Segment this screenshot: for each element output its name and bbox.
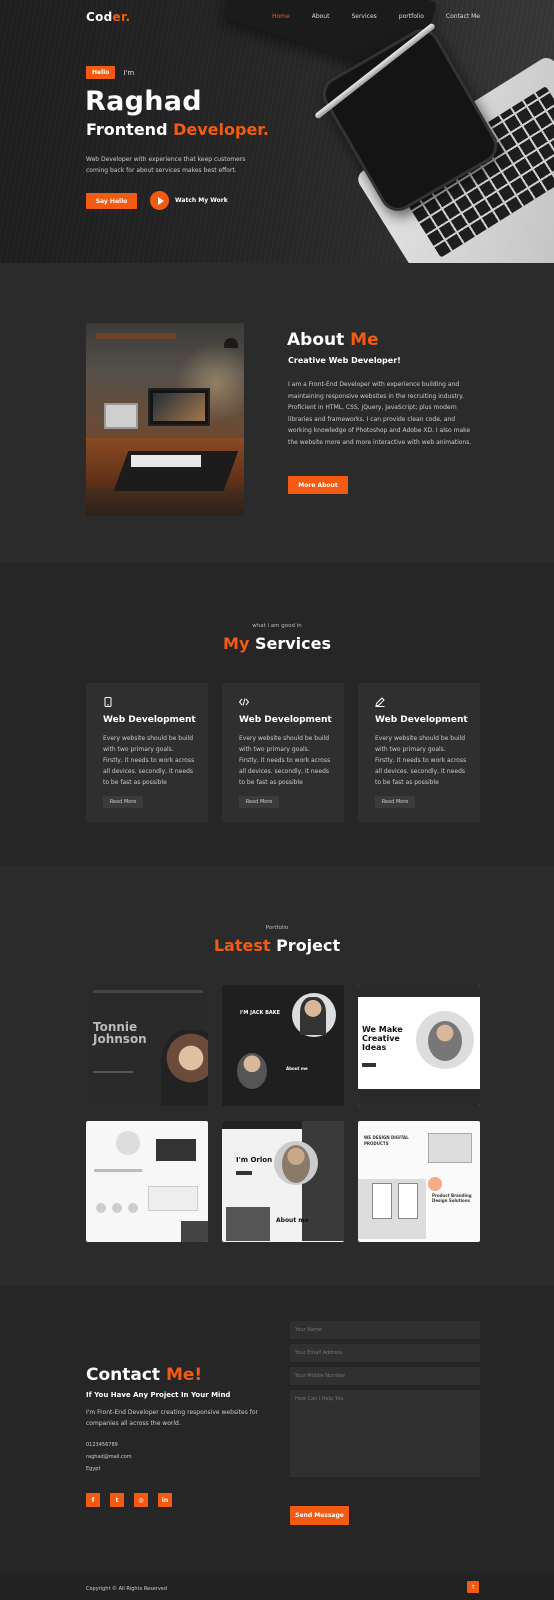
say-hello-button[interactable]: Say Hello: [86, 193, 137, 209]
name-field[interactable]: [290, 1321, 480, 1339]
about-section: About Me Creative Web Developer! I am a …: [0, 263, 554, 563]
send-message-button[interactable]: Send Message: [290, 1506, 349, 1525]
nav-services[interactable]: Services: [351, 13, 376, 20]
mobile-icon: [103, 697, 113, 707]
about-workspace-image: [86, 323, 244, 516]
service-card: Web Development Every website should be …: [358, 683, 480, 822]
about-text: I am a Front-End Developer with experien…: [288, 381, 472, 446]
service-name: Web Development: [375, 715, 468, 725]
project-thumbnail[interactable]: WE DESIGN DIGITAL PRODUCTS Product Brand…: [358, 1121, 480, 1242]
nav-about[interactable]: About: [312, 13, 330, 20]
more-about-button[interactable]: More About: [288, 476, 348, 494]
hero-description: Web Developer with experience that keep …: [86, 156, 246, 174]
hero-role: Frontend Developer.: [86, 120, 269, 139]
portfolio-section: Portfolio Latest Project Tonnie Johnson …: [0, 865, 554, 1285]
nav-portfolio[interactable]: portfolio: [399, 13, 424, 20]
service-card: Web Development Every website should be …: [222, 683, 344, 822]
contact-section: Contact Me! If You Have Any Project In Y…: [0, 1285, 554, 1575]
contact-email: raghad@mail.com: [86, 1454, 132, 1460]
pen-icon: [375, 697, 385, 707]
hero-section: Coder. Home About Services portfolio Con…: [0, 0, 554, 263]
about-title: About Me: [287, 330, 379, 350]
project-thumbnail[interactable]: I'M JACK BAKE About me: [222, 985, 344, 1106]
nav-contact[interactable]: Contact Me: [446, 13, 480, 20]
main-nav: Home About Services portfolio Contact Me: [272, 13, 502, 20]
copyright-text: Copyright © All Rights Reserved: [86, 1586, 168, 1592]
services-pretitle: what i am good in: [252, 623, 302, 629]
code-icon: [239, 697, 249, 707]
contact-phone: 0123456789: [86, 1442, 118, 1448]
project-thumbnail[interactable]: I'm Orlon About me: [222, 1121, 344, 1242]
read-more-button[interactable]: Read More: [375, 796, 415, 808]
site-logo[interactable]: Coder.: [86, 10, 130, 24]
footer: Copyright © All Rights Reserved ↑: [0, 1575, 554, 1600]
about-subtitle: Creative Web Developer!: [288, 356, 401, 365]
service-description: Every website should be build with two p…: [103, 735, 195, 786]
watch-work-link[interactable]: Watch My Work: [150, 191, 228, 210]
read-more-button[interactable]: Read More: [239, 796, 279, 808]
service-name: Web Development: [103, 715, 196, 725]
mobile-field[interactable]: [290, 1367, 480, 1385]
contact-text: I'm Front-End Developer creating respons…: [86, 1409, 259, 1427]
watch-work-label: Watch My Work: [175, 197, 228, 204]
portfolio-title: Latest Project: [213, 936, 341, 955]
scroll-top-button[interactable]: ↑: [467, 1581, 479, 1593]
services-title: My Services: [223, 634, 331, 653]
contact-location: Egypt: [86, 1466, 101, 1472]
instagram-icon[interactable]: ◎: [134, 1493, 148, 1507]
project-thumbnail[interactable]: Tonnie Johnson: [86, 985, 208, 1106]
twitter-icon[interactable]: t: [110, 1493, 124, 1507]
nav-home[interactable]: Home: [272, 13, 290, 20]
contact-subtitle: If You Have Any Project In Your Mind: [86, 1391, 231, 1399]
contact-title: Contact Me!: [86, 1365, 203, 1385]
project-thumbnail[interactable]: We Make Creative Ideas: [358, 985, 480, 1106]
hello-badge: Hello: [86, 66, 116, 79]
message-field[interactable]: [290, 1390, 480, 1477]
portfolio-pretitle: Portfolio: [265, 925, 289, 931]
service-description: Every website should be build with two p…: [239, 735, 331, 786]
hero-name: Raghad: [85, 86, 202, 117]
read-more-button[interactable]: Read More: [103, 796, 143, 808]
linkedin-icon[interactable]: in: [158, 1493, 172, 1507]
play-icon[interactable]: [150, 191, 169, 210]
hero-greeting: Hello I'm: [86, 66, 134, 79]
service-name: Web Development: [239, 715, 332, 725]
email-field[interactable]: [290, 1344, 480, 1362]
facebook-icon[interactable]: f: [86, 1493, 100, 1507]
greeting-text: I'm: [123, 68, 135, 77]
services-section: what i am good in My Services Web Develo…: [0, 563, 554, 865]
service-card: Web Development Every website should be …: [86, 683, 208, 822]
project-thumbnail[interactable]: [86, 1121, 208, 1242]
service-description: Every website should be build with two p…: [375, 735, 467, 786]
